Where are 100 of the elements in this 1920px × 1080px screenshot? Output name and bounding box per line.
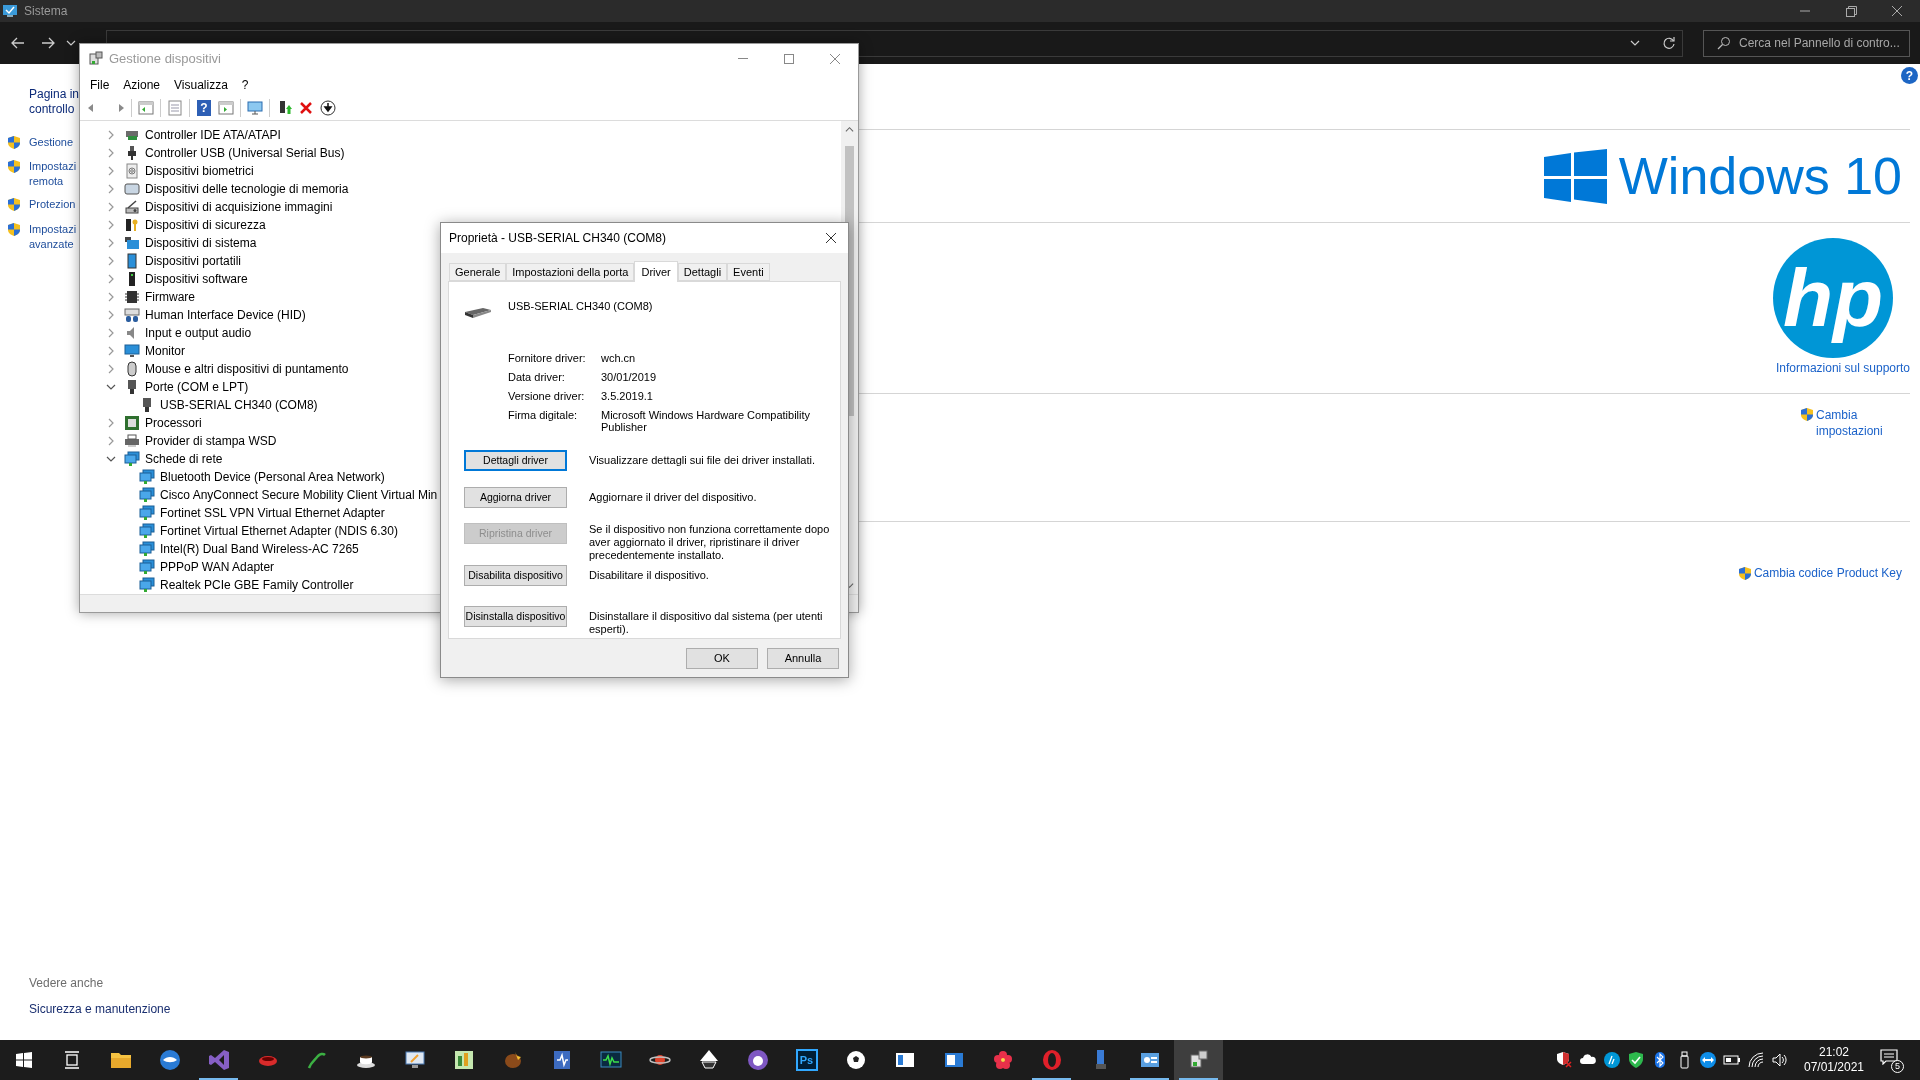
window-icon[interactable] — [218, 100, 234, 116]
arrows-circle-icon[interactable] — [1699, 1051, 1717, 1069]
action-button[interactable]: Disabilita dispositivo — [464, 565, 567, 586]
sidebar-link[interactable]: Impostazi avanzate — [29, 222, 77, 252]
chevron-icon[interactable] — [106, 454, 116, 464]
tree-item[interactable]: Monitor — [145, 342, 185, 360]
notification-count: 5 — [1891, 1060, 1904, 1073]
download-icon[interactable] — [320, 100, 336, 116]
tree-item[interactable]: Controller USB (Universal Serial Bus) — [145, 144, 345, 162]
action-description: Disabilitare il dispositivo. — [589, 568, 710, 582]
window-icon[interactable] — [138, 100, 154, 116]
tree-item[interactable]: Controller IDE ATA/ATAPI — [145, 126, 281, 144]
tree-item[interactable]: Input e output audio — [145, 324, 252, 342]
tab[interactable]: Dettagli — [677, 263, 728, 281]
action-button[interactable]: Dettagli driver — [464, 450, 567, 471]
logo-text: Windows 10 — [1618, 150, 1902, 202]
sidebar-link[interactable]: Gestione — [29, 135, 74, 150]
search-input[interactable]: Cerca nel Pannello di contro... — [1739, 34, 1909, 52]
taskbar-button[interactable]: Ps — [782, 1040, 831, 1080]
sidebar-link[interactable]: Impostazi remota — [29, 159, 77, 189]
menu-item[interactable]: File — [85, 75, 115, 94]
tree-item[interactable]: Dispositivi di sistema — [145, 234, 257, 252]
tree-item[interactable]: Fortinet Virtual Ethernet Adapter (NDIS 6.30) — [160, 522, 398, 540]
tree-item[interactable]: Dispositivi software — [145, 270, 248, 288]
menu-item[interactable]: Azione — [118, 75, 166, 94]
menu-item[interactable]: ? — [236, 75, 254, 94]
sidebar-link[interactable]: Pagina in controllo — [29, 87, 80, 117]
scroll-up-icon[interactable] — [845, 125, 854, 134]
tree-item[interactable]: Dispositivi di sicurezza — [145, 216, 266, 234]
window-title: Sistema — [24, 3, 68, 20]
tree-item[interactable]: Bluetooth Device (Personal Area Network) — [160, 468, 385, 486]
field-label: Firma digitale: — [508, 409, 579, 422]
refresh-button[interactable] — [1662, 36, 1676, 50]
support-link[interactable]: Informazioni sul supporto — [1775, 359, 1910, 377]
settings-link[interactable]: Cambia impostazioni — [1816, 407, 1892, 439]
back-button[interactable] — [10, 35, 26, 51]
field-label: Versione driver: — [508, 390, 586, 403]
notifications-button[interactable]: 5 — [1880, 1049, 1902, 1071]
tree-item[interactable]: Dispositivi portatili — [145, 252, 242, 270]
fingerprint-icon — [124, 163, 140, 179]
tree-item[interactable]: Human Interface Device (HID) — [145, 306, 306, 324]
monitor-icon — [124, 343, 140, 359]
tree-item[interactable]: Schede di rete — [145, 450, 223, 468]
shield-icon[interactable] — [1555, 1051, 1573, 1069]
field-value: 30/01/2019 — [601, 371, 658, 383]
delete-icon[interactable] — [298, 100, 314, 116]
tab[interactable]: Impostazioni della porta — [506, 263, 635, 281]
action-description: Aggiornare il driver del dispositivo. — [589, 490, 758, 504]
tree-item[interactable]: Realtek PCIe GBE Family Controller — [160, 576, 354, 594]
dialog-button[interactable]: Annulla — [767, 648, 839, 669]
round-app-icon — [745, 1048, 770, 1072]
sidebar-link[interactable]: Sicurezza e manutenzione — [29, 1000, 290, 1018]
field-value: Microsoft Windows Hardware Compatibility Publisher — [601, 409, 812, 433]
tree-item[interactable]: Mouse e altri dispositivi di puntamento — [145, 360, 349, 378]
menu-item[interactable]: Visualizza — [169, 75, 233, 94]
action-description: Visualizzare dettagli sui file dei driver installati. — [589, 453, 816, 467]
tab[interactable]: Driver — [634, 261, 678, 282]
loop-icon — [206, 1048, 231, 1072]
taskbar-button[interactable] — [1174, 1040, 1223, 1080]
shield-icon — [7, 222, 21, 237]
tree-item[interactable]: Dispositivi di acquisizione immagini — [145, 198, 333, 216]
speaker-icon[interactable] — [1771, 1051, 1789, 1069]
tree-item[interactable]: Dispositivi delle tecnologie di memoria — [145, 180, 349, 198]
tree-item[interactable]: Processori — [145, 414, 202, 432]
shield-icon — [7, 159, 21, 174]
tree-item[interactable]: USB-SERIAL CH340 (COM8) — [160, 396, 318, 414]
dialog-button[interactable]: OK — [686, 648, 758, 669]
chevron-icon[interactable] — [106, 382, 116, 392]
scanner-icon — [124, 199, 140, 215]
dropdown-icon[interactable] — [1630, 38, 1640, 48]
control-panel-icon — [2, 3, 18, 19]
network-icon — [139, 523, 155, 539]
tab[interactable]: Eventi — [727, 263, 770, 281]
tree-item[interactable]: Intel(R) Dual Band Wireless-AC 7265 — [160, 540, 359, 558]
brand-logo: hp — [1773, 238, 1893, 358]
recent-locations-button[interactable] — [66, 38, 76, 48]
dialog-title: Proprietà - USB-SERIAL CH340 (COM8) — [449, 230, 666, 247]
forward-button[interactable] — [40, 35, 56, 51]
monitor-icon[interactable] — [247, 100, 263, 116]
search-field[interactable]: Cerca nel Pannello di contro... — [1703, 29, 1910, 57]
clock[interactable]: 21:02 07/01/2021 — [1802, 1045, 1866, 1075]
shield-check-icon[interactable] — [1627, 1051, 1645, 1069]
tab[interactable]: Generale — [449, 263, 507, 281]
keyboard-icon — [124, 307, 140, 323]
tree-item[interactable]: PPPoP WAN Adapter — [160, 558, 275, 576]
circle-logo-icon[interactable] — [1603, 1051, 1621, 1069]
tree-item[interactable]: Dispositivi biometrici — [145, 162, 254, 180]
product-key-link[interactable]: Cambia codice Product Key — [1753, 564, 1902, 582]
tree-item[interactable]: Provider di stampa WSD — [145, 432, 277, 450]
section-heading: Vedere anche — [29, 975, 105, 992]
action-button[interactable]: Disinstalla dispositivo — [464, 606, 567, 627]
help-button[interactable]: ? — [1901, 67, 1918, 84]
action-button[interactable]: Aggiorna driver — [464, 487, 567, 508]
tree-item[interactable]: Cisco AnyConnect Secure Mobility Client Virtual Min — [160, 486, 438, 504]
tree-item[interactable]: Firmware — [145, 288, 195, 306]
help-button[interactable]: ? — [197, 100, 211, 116]
tree-item[interactable]: Porte (COM e LPT) — [145, 378, 249, 396]
sidebar-link[interactable]: Protezion — [29, 197, 76, 212]
wifi-icon[interactable] — [1747, 1051, 1765, 1069]
tree-item[interactable]: Fortinet SSL VPN Virtual Ethernet Adapter — [160, 504, 385, 522]
